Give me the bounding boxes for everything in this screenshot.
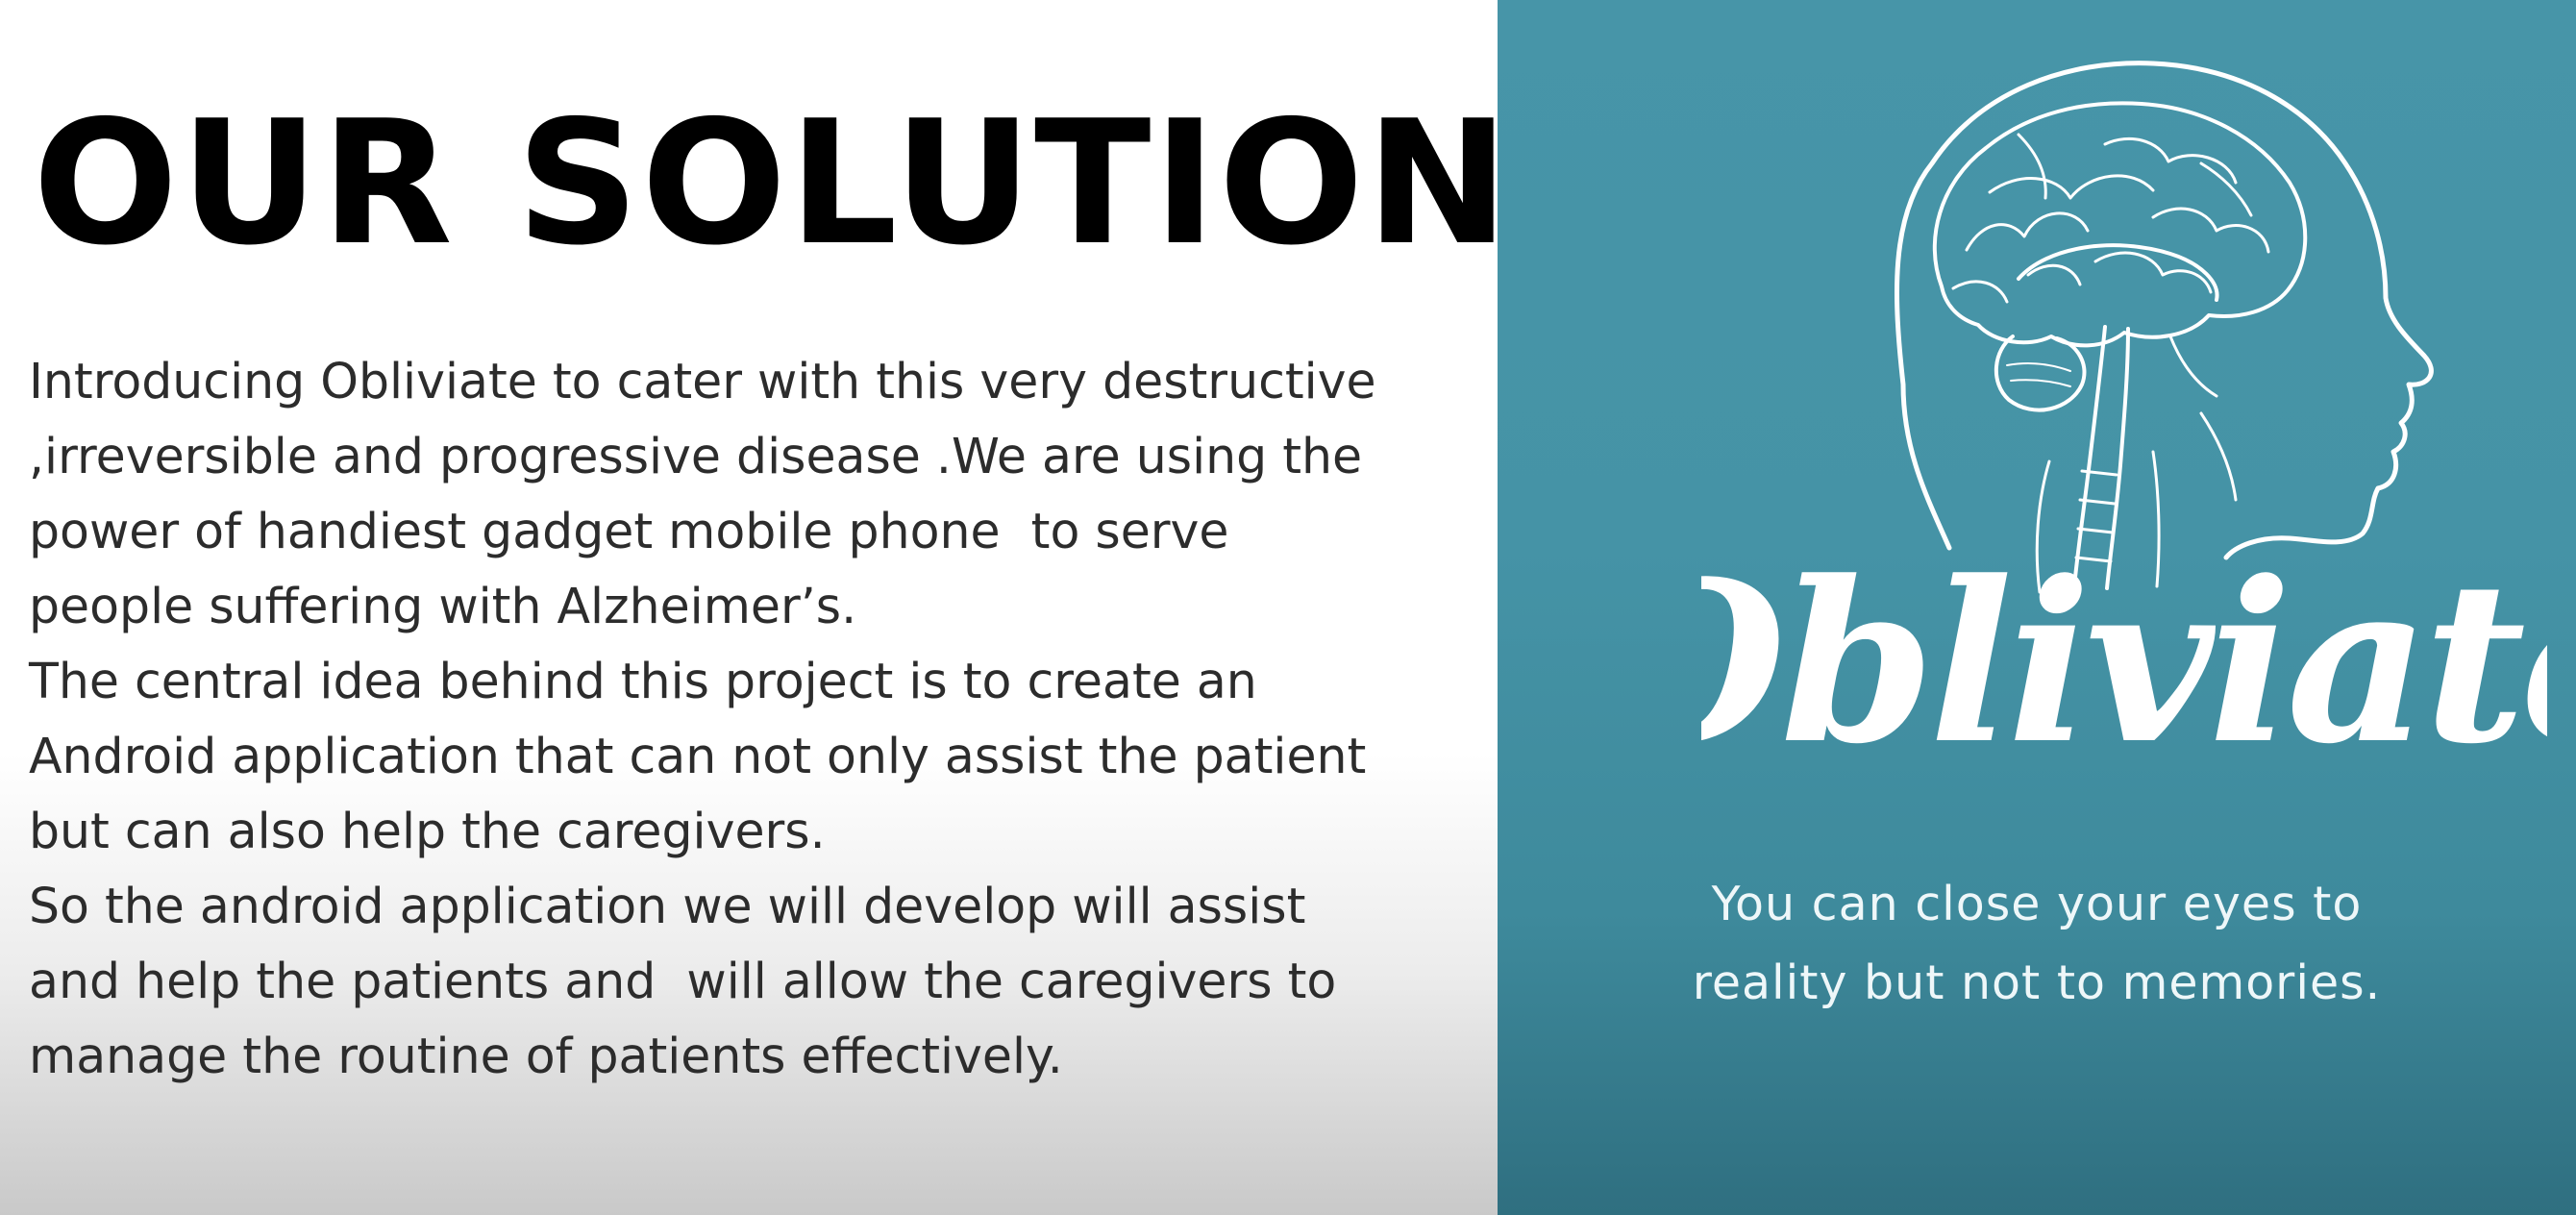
body-line: power of handiest gadget mobile phone to… [29, 503, 1229, 559]
logo-wordmark: Obliviate [1701, 533, 2547, 793]
tagline-line: You can close your eyes to [1711, 877, 2363, 931]
body-line: manage the routine of patients effective… [29, 1028, 1063, 1084]
presentation-slide: OUR SOLUTION Introducing Obliviate to ca… [0, 0, 2576, 1215]
slide-title: OUR SOLUTION [33, 84, 1511, 283]
body-line: ,irreversible and progressive disease .W… [29, 428, 1363, 484]
body-line: So the android application we will devel… [29, 878, 1306, 934]
body-line: The central idea behind this project is … [29, 653, 1257, 709]
obliviate-logo: Obliviate [1701, 48, 2547, 798]
body-paragraph: Introducing Obliviate to cater with this… [29, 344, 1451, 1094]
body-line: and help the patients and will allow the… [29, 953, 1337, 1009]
tagline: You can close your eyes to reality but n… [1498, 865, 2576, 1023]
body-line: Introducing Obliviate to cater with this… [29, 353, 1376, 409]
body-line: Android application that can not only as… [29, 728, 1367, 784]
body-line: people suffering with Alzheimer’s. [29, 578, 857, 634]
left-panel: OUR SOLUTION Introducing Obliviate to ca… [0, 0, 1509, 1215]
brain-head-profile-icon: Obliviate [1701, 61, 2547, 793]
body-line: but can also help the caregivers. [29, 803, 826, 859]
tagline-line: reality but not to memories. [1692, 955, 2382, 1010]
